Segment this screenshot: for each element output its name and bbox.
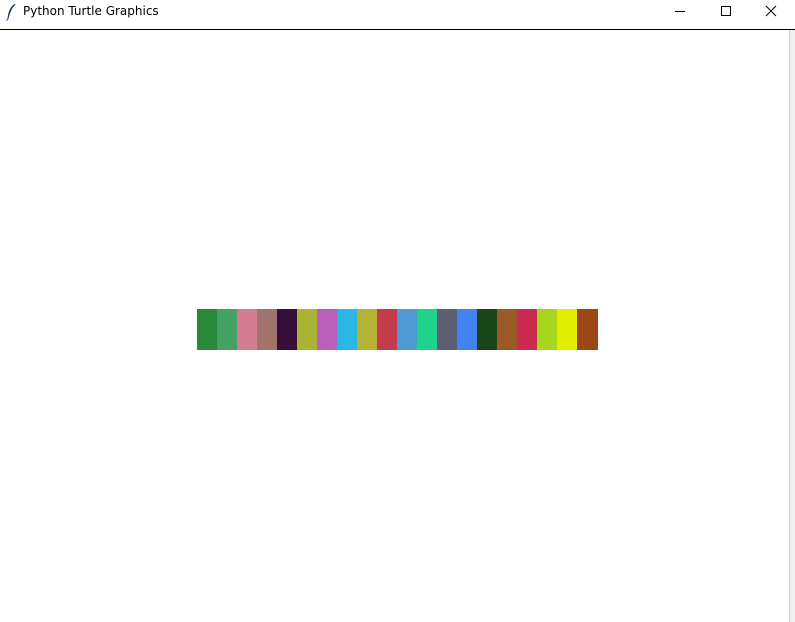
window-right-edge	[789, 30, 795, 622]
maximize-button[interactable]	[703, 0, 749, 22]
color-swatch	[217, 309, 237, 350]
color-swatch	[517, 309, 537, 350]
color-swatch	[277, 309, 297, 350]
color-swatch	[577, 309, 598, 350]
color-swatch	[477, 309, 497, 350]
color-swatch	[357, 309, 377, 350]
maximize-icon	[721, 6, 731, 16]
color-swatch	[557, 309, 577, 350]
color-swatch	[197, 309, 217, 350]
color-swatch	[457, 309, 477, 350]
color-swatch	[397, 309, 417, 350]
color-swatch	[297, 309, 317, 350]
color-swatch	[337, 309, 357, 350]
color-swatch	[537, 309, 557, 350]
color-swatch	[417, 309, 437, 350]
color-swatch	[497, 309, 517, 350]
close-button[interactable]	[748, 0, 794, 22]
title-bar[interactable]: Python Turtle Graphics	[0, 0, 795, 30]
color-swatch	[437, 309, 457, 350]
color-swatch	[317, 309, 337, 350]
turtle-window: Python Turtle Graphics	[0, 0, 795, 622]
minimize-button[interactable]	[657, 0, 703, 22]
color-swatch-strip	[197, 309, 598, 350]
minimize-icon	[675, 11, 685, 12]
feather-icon	[6, 4, 16, 21]
color-swatch	[377, 309, 397, 350]
color-swatch	[257, 309, 277, 350]
close-icon	[765, 5, 777, 17]
window-title: Python Turtle Graphics	[23, 4, 159, 18]
turtle-canvas[interactable]	[0, 30, 790, 622]
color-swatch	[237, 309, 257, 350]
